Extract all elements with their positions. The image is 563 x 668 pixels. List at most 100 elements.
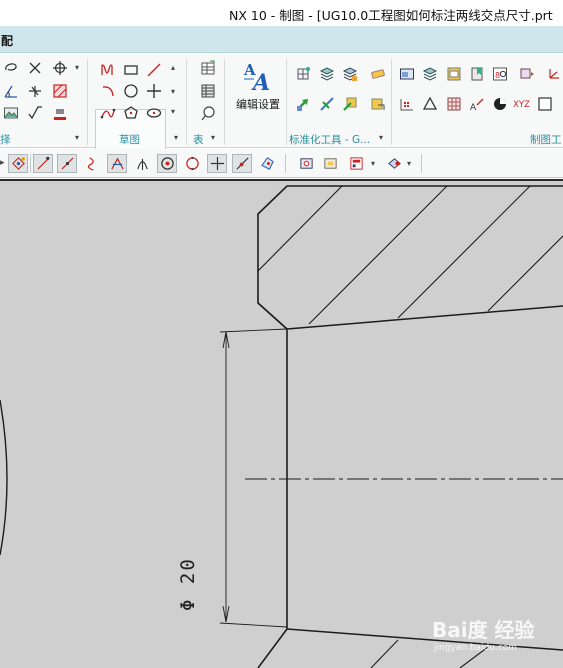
chevron-down-icon[interactable]: ▾ bbox=[371, 159, 375, 168]
annotation-settings-icon[interactable]: AA bbox=[242, 59, 274, 96]
tangent-point-icon[interactable] bbox=[132, 154, 152, 173]
table-grid-icon[interactable] bbox=[445, 95, 463, 113]
control-point-icon[interactable] bbox=[82, 154, 102, 173]
group-divider bbox=[224, 59, 225, 145]
surface-finish-icon[interactable] bbox=[26, 104, 44, 122]
svg-text:A: A bbox=[470, 103, 477, 112]
mid-point-icon[interactable] bbox=[57, 154, 77, 173]
chevron-down-icon[interactable]: ▾ bbox=[211, 133, 215, 142]
end-point-icon[interactable] bbox=[33, 154, 53, 173]
view-window-icon[interactable] bbox=[398, 65, 416, 83]
drawing-sheet-icon[interactable] bbox=[445, 65, 463, 83]
circle-edge bbox=[0, 399, 8, 556]
chevron-down-icon[interactable]: ▾ bbox=[379, 133, 383, 142]
studio-spline-icon[interactable] bbox=[99, 104, 117, 122]
toolbar-divider bbox=[285, 154, 286, 173]
layer-copy-icon[interactable] bbox=[421, 65, 439, 83]
green-arrow-icon[interactable] bbox=[294, 95, 312, 113]
numbering-icon[interactable]: 8 bbox=[491, 65, 509, 83]
standard-file-icon[interactable] bbox=[369, 95, 387, 113]
ellipse-icon[interactable] bbox=[145, 104, 163, 122]
pencil-note-icon[interactable] bbox=[369, 65, 387, 83]
view-arrow-icon[interactable] bbox=[518, 65, 536, 83]
layer-stack-icon[interactable] bbox=[318, 65, 336, 83]
coordinate-system-icon[interactable] bbox=[545, 65, 563, 83]
watermark-brand: Bai度 经验 bbox=[432, 618, 535, 642]
sheet-icon[interactable] bbox=[320, 154, 340, 173]
group-label-sketch: 草图 bbox=[119, 134, 140, 146]
watermark: Bai度 经验 jingyan.baidu.com bbox=[432, 614, 535, 653]
ribbon: ▾ 择 ▾ ▴ ▾ ▾ 草图 ▾ 表 ▾ AA 编辑设置 标准化工具 - G..… bbox=[0, 53, 563, 175]
snap-point-icon[interactable] bbox=[8, 154, 28, 173]
point-on-face-icon[interactable] bbox=[257, 154, 277, 173]
rectangle-icon[interactable] bbox=[122, 61, 140, 79]
arc-center-icon[interactable] bbox=[157, 154, 177, 173]
menu-item-partial[interactable]: 配 bbox=[1, 32, 13, 49]
sphere-icon[interactable] bbox=[491, 95, 509, 113]
point-icon[interactable] bbox=[145, 82, 163, 100]
toolbar-divider bbox=[421, 154, 422, 173]
measure-tool-icon[interactable] bbox=[318, 95, 336, 113]
point-on-curve-icon[interactable] bbox=[232, 154, 252, 173]
polygon-icon[interactable] bbox=[122, 104, 140, 122]
quadrant-icon[interactable] bbox=[182, 154, 202, 173]
layout-icon[interactable] bbox=[346, 154, 366, 173]
filter-icon[interactable] bbox=[384, 154, 404, 173]
group-label-standard-tools: 标准化工具 - G... bbox=[289, 134, 371, 146]
balloon-icon[interactable] bbox=[199, 104, 217, 122]
line-icon[interactable] bbox=[145, 61, 163, 79]
chevron-down-icon[interactable]: ▾ bbox=[75, 63, 79, 72]
layer-settings-icon[interactable] bbox=[341, 65, 359, 83]
edit-settings-button[interactable]: 编辑设置 bbox=[236, 96, 280, 112]
chamfer-line bbox=[257, 302, 288, 330]
group-label-drawing-tools: 制图工 bbox=[530, 134, 562, 146]
title-bar: NX 10 - 制图 - [UG10.0工程图如何标注两线交点尺寸.prt （修 bbox=[0, 0, 563, 26]
bookmark-icon[interactable] bbox=[468, 65, 486, 83]
menu-bar: 配 bbox=[0, 26, 563, 53]
existing-point-icon[interactable] bbox=[207, 154, 227, 173]
chevron-down-icon[interactable]: ▾ bbox=[407, 159, 411, 168]
chevron-up-icon[interactable]: ▴ bbox=[171, 63, 175, 72]
more-icon[interactable]: ▾ bbox=[171, 107, 175, 116]
angle-dim-icon[interactable] bbox=[2, 82, 20, 100]
svg-text:8: 8 bbox=[495, 71, 500, 80]
group-divider bbox=[186, 59, 187, 145]
text-arrow-icon[interactable]: A bbox=[468, 95, 486, 113]
group-divider bbox=[87, 59, 88, 145]
parts-list-icon[interactable] bbox=[199, 82, 217, 100]
drawing-geometry bbox=[0, 185, 563, 668]
toolbar-divider bbox=[30, 154, 31, 173]
group-divider bbox=[391, 59, 392, 145]
blank-square-icon[interactable] bbox=[536, 95, 554, 113]
arc-icon[interactable] bbox=[99, 82, 117, 100]
hatch-icon[interactable] bbox=[51, 82, 69, 100]
cross-select-icon[interactable] bbox=[26, 59, 44, 77]
more-icon[interactable]: ▸ bbox=[0, 158, 5, 168]
tabular-note-icon[interactable] bbox=[199, 59, 217, 77]
chevron-down-icon[interactable]: ▾ bbox=[75, 133, 79, 142]
dimension-label[interactable]: Φ 20 bbox=[177, 557, 199, 611]
snap-toolbar: ▸ ▾ ▾ bbox=[0, 149, 563, 178]
crosshair-icon[interactable] bbox=[51, 59, 69, 77]
chevron-down-icon[interactable]: ▾ bbox=[171, 87, 175, 96]
drawing-canvas[interactable]: Φ 20 bbox=[0, 179, 563, 668]
chevron-down-icon[interactable]: ▾ bbox=[174, 133, 178, 142]
intersection-icon[interactable] bbox=[107, 154, 127, 173]
window-title: NX 10 - 制图 - [UG10.0工程图如何标注两线交点尺寸.prt （修 bbox=[229, 8, 563, 23]
grid-table-icon[interactable] bbox=[398, 95, 416, 113]
view-icon[interactable] bbox=[296, 154, 316, 173]
xyz-button[interactable]: XYZ bbox=[513, 100, 530, 110]
dimension-diameter bbox=[219, 328, 288, 628]
split-curve-icon[interactable] bbox=[26, 82, 44, 100]
circle-icon[interactable] bbox=[122, 82, 140, 100]
weld-symbol-icon[interactable] bbox=[51, 104, 69, 122]
profile-icon[interactable] bbox=[99, 61, 117, 79]
export-tool-icon[interactable] bbox=[341, 95, 359, 113]
grid-tool-icon[interactable] bbox=[294, 65, 312, 83]
group-label-selection: 择 bbox=[0, 134, 11, 146]
image-icon[interactable] bbox=[2, 104, 20, 122]
lasso-icon[interactable] bbox=[2, 59, 20, 77]
taper-line-top bbox=[286, 305, 563, 330]
triangle-icon[interactable] bbox=[421, 95, 439, 113]
group-divider bbox=[286, 59, 287, 145]
